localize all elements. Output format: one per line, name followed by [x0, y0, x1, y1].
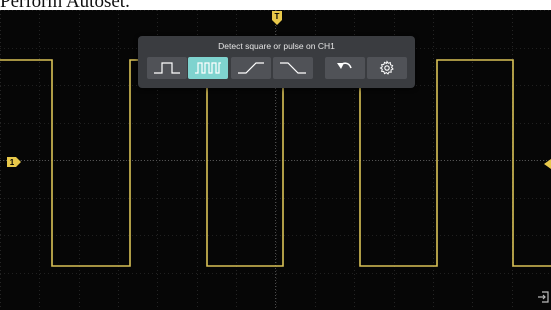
trigger-position-marker[interactable]: T: [270, 10, 284, 31]
trigger-marker-label: T: [275, 12, 280, 21]
rising-edge-button[interactable]: Rising Edge: [231, 57, 271, 79]
pulse-train-button[interactable]: Pulse: [188, 57, 228, 79]
ch1-offset-marker[interactable]: 1: [6, 155, 22, 173]
autoset-panel-title: Detect square or pulse on CH1: [218, 41, 335, 51]
exit-icon[interactable]: [537, 290, 549, 308]
undo-icon: [337, 62, 352, 69]
rising-edge-icon: [238, 62, 264, 74]
pulse-train-icon: [195, 62, 221, 74]
settings-button[interactable]: Settings: [367, 57, 407, 79]
autoset-panel: Detect square or pulse on CH1 Square Pul…: [138, 36, 415, 88]
undo-button[interactable]: Undo: [325, 57, 365, 79]
trigger-level-marker[interactable]: [543, 156, 551, 174]
gear-icon: [379, 60, 394, 75]
ch1-marker-label: 1: [10, 158, 15, 167]
falling-edge-button[interactable]: Falling Edge: [273, 57, 313, 79]
square-wave-button[interactable]: Square: [147, 57, 187, 79]
falling-edge-icon: [280, 62, 306, 74]
square-wave-icon: [154, 62, 180, 74]
oscilloscope-screen: T 1 Detect square or pulse on CH1 Square…: [0, 10, 551, 310]
